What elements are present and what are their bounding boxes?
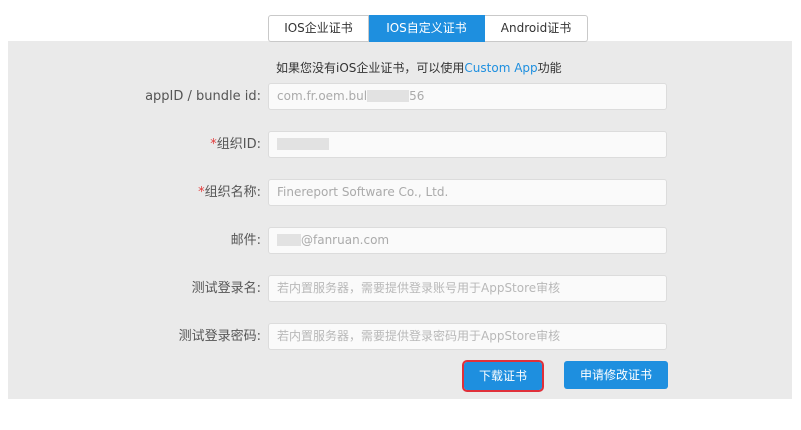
email-label: 邮件: — [230, 233, 261, 248]
org-id-label: *组织ID: — [210, 131, 261, 159]
appid-value-suffix: 56 — [409, 89, 425, 103]
tab-ios-custom[interactable]: IOS自定义证书 — [369, 15, 485, 42]
appid-label: appID / bundle id: — [145, 89, 261, 104]
org-name-label: *组织名称: — [198, 179, 261, 207]
redacted-mask — [367, 89, 410, 102]
apply-modify-certificate-button[interactable]: 申请修改证书 — [564, 361, 668, 389]
certificate-tabs: IOS企业证书 IOS自定义证书 Android证书 — [268, 15, 588, 42]
org-name-label-text: 组织名称: — [204, 185, 261, 200]
custom-app-hint: 如果您没有iOS企业证书，可以使用Custom App功能 — [276, 60, 562, 76]
org-name-value: Finereport Software Co., Ltd. — [277, 185, 449, 199]
test-password-label: 测试登录密码: — [178, 329, 261, 344]
redacted-mask — [277, 137, 329, 150]
test-login-label: 测试登录名: — [191, 281, 261, 296]
email-field[interactable]: @fanruan.com — [268, 227, 667, 254]
redacted-mask — [277, 233, 301, 246]
tab-android[interactable]: Android证书 — [485, 15, 588, 42]
tab-ios-enterprise[interactable]: IOS企业证书 — [268, 15, 369, 42]
download-certificate-button[interactable]: 下载证书 — [462, 360, 544, 392]
test-password-field[interactable]: 若内置服务器，需要提供登录密码用于AppStore审核 — [268, 323, 667, 350]
hint-prefix: 如果您没有iOS企业证书，可以使用 — [276, 61, 465, 75]
custom-app-link[interactable]: Custom App — [464, 61, 537, 75]
appid-field[interactable]: com.fr.oem.bul 56 — [268, 83, 667, 110]
org-name-field[interactable]: Finereport Software Co., Ltd. — [268, 179, 667, 206]
appid-value-prefix: com.fr.oem.bul — [277, 89, 368, 103]
org-id-label-text: 组织ID: — [216, 137, 261, 152]
hint-suffix: 功能 — [537, 61, 562, 75]
test-password-placeholder: 若内置服务器，需要提供登录密码用于AppStore审核 — [277, 329, 561, 343]
org-id-field[interactable] — [268, 131, 667, 158]
email-value-suffix: @fanruan.com — [301, 233, 390, 247]
test-login-field[interactable]: 若内置服务器，需要提供登录账号用于AppStore审核 — [268, 275, 667, 302]
test-login-placeholder: 若内置服务器，需要提供登录账号用于AppStore审核 — [277, 281, 561, 295]
